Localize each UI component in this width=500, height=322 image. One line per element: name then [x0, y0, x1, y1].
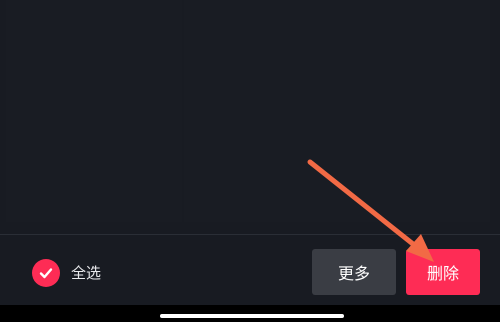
delete-button[interactable]: 删除: [406, 249, 480, 295]
select-all-toggle[interactable]: 全选: [32, 259, 101, 287]
media-thumbnail[interactable]: [6, 0, 182, 222]
select-all-label: 全选: [71, 264, 102, 282]
media-thumbnail[interactable]: [184, 0, 490, 222]
media-grid: [0, 0, 500, 234]
home-indicator[interactable]: [160, 314, 344, 318]
system-bottom-strip: [0, 305, 500, 322]
editor-screen: 全选 更多 删除: [0, 0, 500, 322]
more-button[interactable]: 更多: [312, 249, 396, 295]
check-icon[interactable]: [32, 259, 60, 287]
bottom-action-bar: 全选 更多 删除: [0, 235, 500, 305]
